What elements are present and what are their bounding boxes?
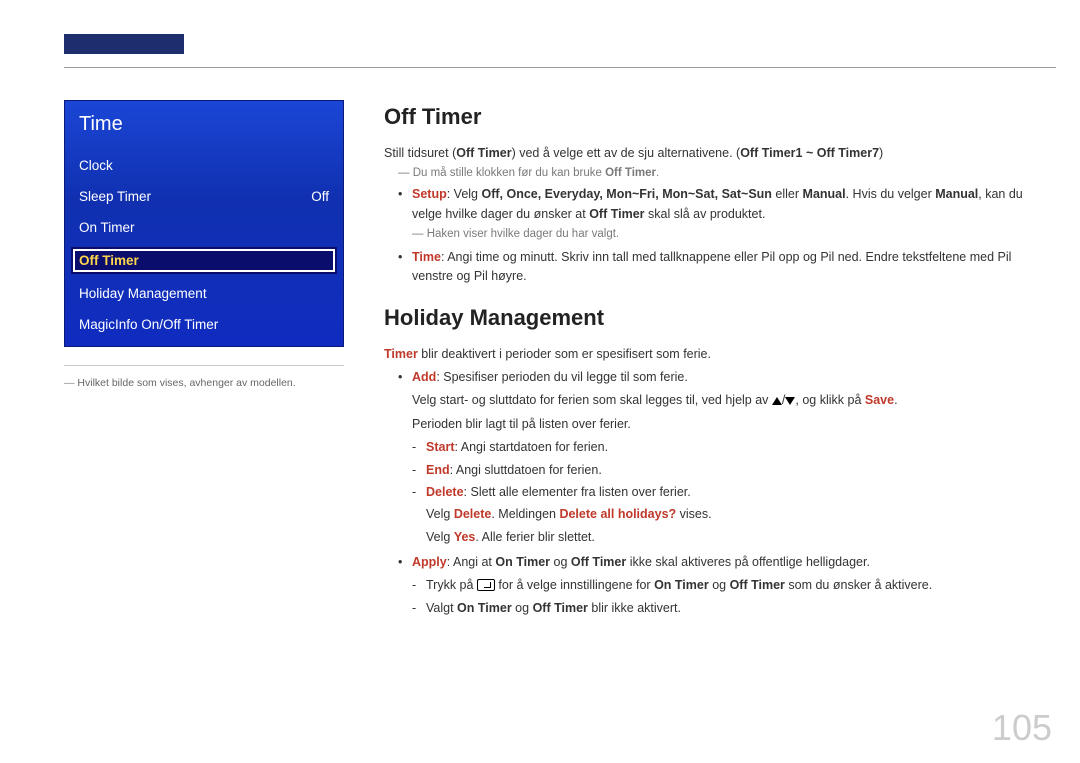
triangle-up-icon [772, 397, 782, 405]
off-timer-intro: Still tidsuret (Off Timer) ved å velge e… [384, 144, 1046, 163]
menu-item-magicinfo-timer[interactable]: MagicInfo On/Off Timer [65, 309, 343, 346]
menu-item-value: Off [311, 189, 329, 204]
setup-subnote: Haken viser hvilke dager du har valgt. [412, 226, 1046, 244]
time-menu: Time Clock Sleep Timer Off On Timer Off … [64, 100, 344, 347]
delete-dash: Delete: Slett alle elementer fra listen … [412, 483, 1046, 547]
time-bullet: Time: Angi time og minutt. Skriv inn tal… [398, 248, 1046, 287]
delete-l3: Velg Yes. Alle ferier blir slettet. [426, 528, 1046, 547]
apply-sublist: Trykk på for å velge innstillingene for … [412, 576, 1046, 618]
delete-l2: Velg Delete. Meldingen Delete all holida… [426, 505, 1046, 524]
menu-item-label: Sleep Timer [79, 189, 151, 204]
holiday-intro: Timer blir deaktivert i perioder som er … [384, 345, 1046, 364]
enter-icon [477, 579, 495, 591]
menu-item-label: On Timer [79, 220, 135, 235]
menu-item-on-timer[interactable]: On Timer [65, 212, 343, 243]
menu-item-holiday-management[interactable]: Holiday Management [65, 278, 343, 309]
add-line2: Velg start- og sluttdato for ferien som … [412, 391, 1046, 410]
top-bar [64, 34, 1056, 68]
holiday-list: Add: Spesifiser perioden du vil legge ti… [398, 368, 1046, 618]
model-footnote: Hvilket bilde som vises, avhenger av mod… [64, 376, 344, 391]
apply-d1: Trykk på for å velge innstillingene for … [412, 576, 1046, 595]
heading-off-timer: Off Timer [384, 104, 1046, 130]
add-bullet: Add: Spesifiser perioden du vil legge ti… [398, 368, 1046, 547]
start-dash: Start: Angi startdatoen for ferien. [412, 438, 1046, 457]
add-line3: Perioden blir lagt til på listen over fe… [412, 415, 1046, 434]
tab-indicator [64, 34, 184, 54]
menu-item-off-timer[interactable]: Off Timer [71, 247, 337, 274]
menu-item-clock[interactable]: Clock [65, 150, 343, 181]
page-number: 105 [992, 707, 1052, 749]
off-timer-note: Du må stille klokken før du kan bruke Of… [384, 167, 1046, 179]
divider [64, 365, 344, 366]
menu-item-label: Off Timer [79, 253, 139, 268]
menu-item-label: Holiday Management [79, 286, 207, 301]
apply-bullet: Apply: Angi at On Timer og Off Timer ikk… [398, 553, 1046, 618]
apply-d2: Valgt On Timer og Off Timer blir ikke ak… [412, 599, 1046, 618]
content-column: Off Timer Still tidsuret (Off Timer) ved… [384, 100, 1056, 723]
menu-title: Time [65, 101, 343, 150]
left-column: Time Clock Sleep Timer Off On Timer Off … [64, 100, 344, 723]
menu-item-sleep-timer[interactable]: Sleep Timer Off [65, 181, 343, 212]
add-sublist: Start: Angi startdatoen for ferien. End:… [412, 438, 1046, 547]
setup-bullet: Setup: Velg Off, Once, Everyday, Mon~Fri… [398, 185, 1046, 244]
triangle-down-icon [785, 397, 795, 405]
page-layout: Time Clock Sleep Timer Off On Timer Off … [64, 100, 1056, 723]
off-timer-list: Setup: Velg Off, Once, Everyday, Mon~Fri… [398, 185, 1046, 286]
menu-item-label: MagicInfo On/Off Timer [79, 317, 218, 332]
heading-holiday-management: Holiday Management [384, 305, 1046, 331]
menu-item-label: Clock [79, 158, 113, 173]
end-dash: End: Angi sluttdatoen for ferien. [412, 461, 1046, 480]
